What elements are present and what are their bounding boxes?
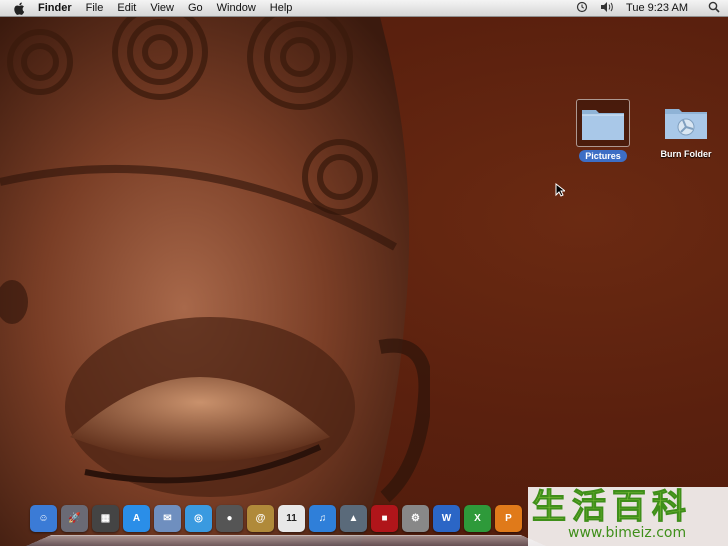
menu-view[interactable]: View [150,0,174,16]
menu-file[interactable]: File [86,0,104,16]
desktop-wallpaper [0,17,430,546]
apple-icon[interactable] [12,1,26,15]
dock-shelf [26,534,546,546]
dock-excel-icon[interactable]: X [464,505,491,532]
spotlight-icon[interactable] [708,1,720,16]
mouse-cursor-icon [555,182,567,202]
dock-itunes-icon[interactable]: ♫ [309,505,336,532]
menu-help[interactable]: Help [270,0,293,16]
watermark-url: www.bimeiz.com [568,525,687,541]
desktop-icon-label: Pictures [579,150,627,162]
dock-facetime-icon[interactable]: ● [216,505,243,532]
dock-iphoto-icon[interactable]: ▲ [340,505,367,532]
dock-word-icon[interactable]: W [433,505,460,532]
menu-go[interactable]: Go [188,0,203,16]
menu-window[interactable]: Window [217,0,256,16]
dock-launchpad-icon[interactable]: 🚀 [61,505,88,532]
dock-app-store-icon[interactable]: A [123,505,150,532]
dock-address-book-icon[interactable]: @ [247,505,274,532]
desktop-icon-burn-folder[interactable]: Burn Folder [651,99,721,160]
dock-safari-icon[interactable]: ◎ [185,505,212,532]
dock-mission-control-icon[interactable]: ▦ [92,505,119,532]
menu-clock[interactable]: Tue 9:23 AM [626,2,688,14]
desktop-icon-pictures[interactable]: Pictures [568,99,638,162]
watermark-chinese: 生活百科 [532,488,692,527]
menu-edit[interactable]: Edit [117,0,136,16]
desktop-icon-label: Burn Folder [660,149,712,159]
dock-system-preferences-icon[interactable]: ⚙ [402,505,429,532]
dock-apps: ☺ 🚀 ▦ A ✉ ◎ ● @11 ♫ ▲ ■ ⚙ W X P [30,505,526,532]
dock-mail-icon[interactable]: ✉ [154,505,181,532]
dock: ☺ 🚀 ▦ A ✉ ◎ ● @11 ♫ ▲ ■ ⚙ W X P [26,505,546,546]
watermark: 生活百科 www.bimeiz.com [528,487,728,546]
dock-powerpoint-icon[interactable]: P [495,505,522,532]
burn-folder-icon [660,99,712,145]
dock-photo-booth-icon[interactable]: ■ [371,505,398,532]
dock-calendar-icon[interactable]: 11 [278,505,305,532]
time-machine-icon[interactable] [576,1,588,16]
dock-finder-icon[interactable]: ☺ [30,505,57,532]
menu-app-name[interactable]: Finder [38,0,72,16]
volume-icon[interactable] [600,1,614,16]
menu-bar: Finder File Edit View Go Window Help Tue… [0,0,728,17]
folder-icon [576,99,630,147]
